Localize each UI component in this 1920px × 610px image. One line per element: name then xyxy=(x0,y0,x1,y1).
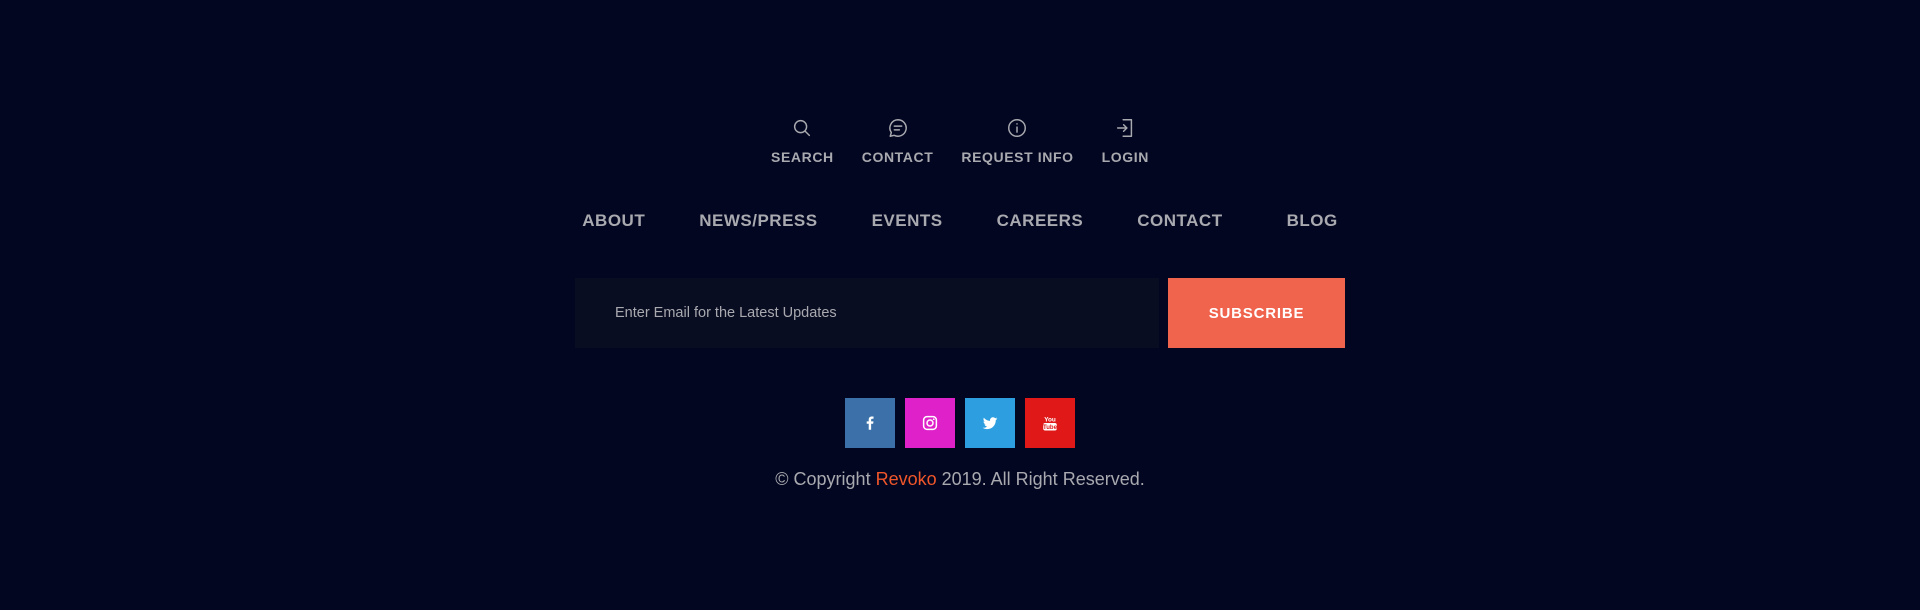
email-input[interactable] xyxy=(575,278,1159,348)
nav-item-contact[interactable]: CONTACT xyxy=(1137,210,1222,232)
facebook-icon xyxy=(866,416,874,430)
svg-text:Tube: Tube xyxy=(1043,425,1058,431)
instagram-button[interactable] xyxy=(905,398,955,448)
newsletter-form: SUBSCRIBE xyxy=(575,278,1345,348)
quick-link-login[interactable]: LOGIN xyxy=(1102,116,1149,165)
quick-link-label: CONTACT xyxy=(861,149,934,165)
copyright-suffix: 2019. All Right Reserved. xyxy=(936,469,1145,489)
facebook-button[interactable] xyxy=(845,398,895,448)
youtube-icon: YouTube xyxy=(1043,417,1058,432)
copyright-prefix: © Copyright xyxy=(775,469,876,489)
svg-text:You: You xyxy=(1044,417,1056,424)
quick-link-contact[interactable]: CONTACT xyxy=(862,116,934,165)
quick-link-label: SEARCH xyxy=(771,149,834,165)
twitter-button[interactable] xyxy=(965,398,1015,448)
social-links: You Tube xyxy=(845,398,1075,448)
chat-bubble-icon xyxy=(886,116,910,140)
instagram-icon xyxy=(922,415,938,431)
copyright-text: © Copyright Revoko 2019. All Right Reser… xyxy=(0,469,1920,490)
quick-link-request-info[interactable]: REQUEST INFO xyxy=(961,116,1073,165)
subscribe-button[interactable]: SUBSCRIBE xyxy=(1168,278,1345,348)
youtube-button[interactable]: You Tube xyxy=(1025,398,1075,448)
site-footer: SEARCH CONTACT REQUEST INFO LOGIN ABOUT … xyxy=(0,0,1920,610)
footer-nav: ABOUT NEWS/PRESS EVENTS CAREERS CONTACT … xyxy=(0,210,1920,232)
info-circle-icon xyxy=(1005,116,1029,140)
quick-links: SEARCH CONTACT REQUEST INFO LOGIN xyxy=(0,116,1920,165)
twitter-icon xyxy=(982,417,998,430)
quick-link-label: REQUEST INFO xyxy=(961,149,1074,165)
nav-item-events[interactable]: EVENTS xyxy=(872,210,943,232)
nav-item-blog[interactable]: BLOG xyxy=(1287,210,1338,232)
nav-item-about[interactable]: ABOUT xyxy=(582,210,645,232)
search-icon xyxy=(790,116,814,140)
quick-link-search[interactable]: SEARCH xyxy=(771,116,834,165)
login-icon xyxy=(1113,116,1137,140)
quick-link-label: LOGIN xyxy=(1101,149,1149,165)
brand-link[interactable]: Revoko xyxy=(876,469,937,489)
nav-item-careers[interactable]: CAREERS xyxy=(997,210,1084,232)
nav-item-news-press[interactable]: NEWS/PRESS xyxy=(699,210,817,232)
